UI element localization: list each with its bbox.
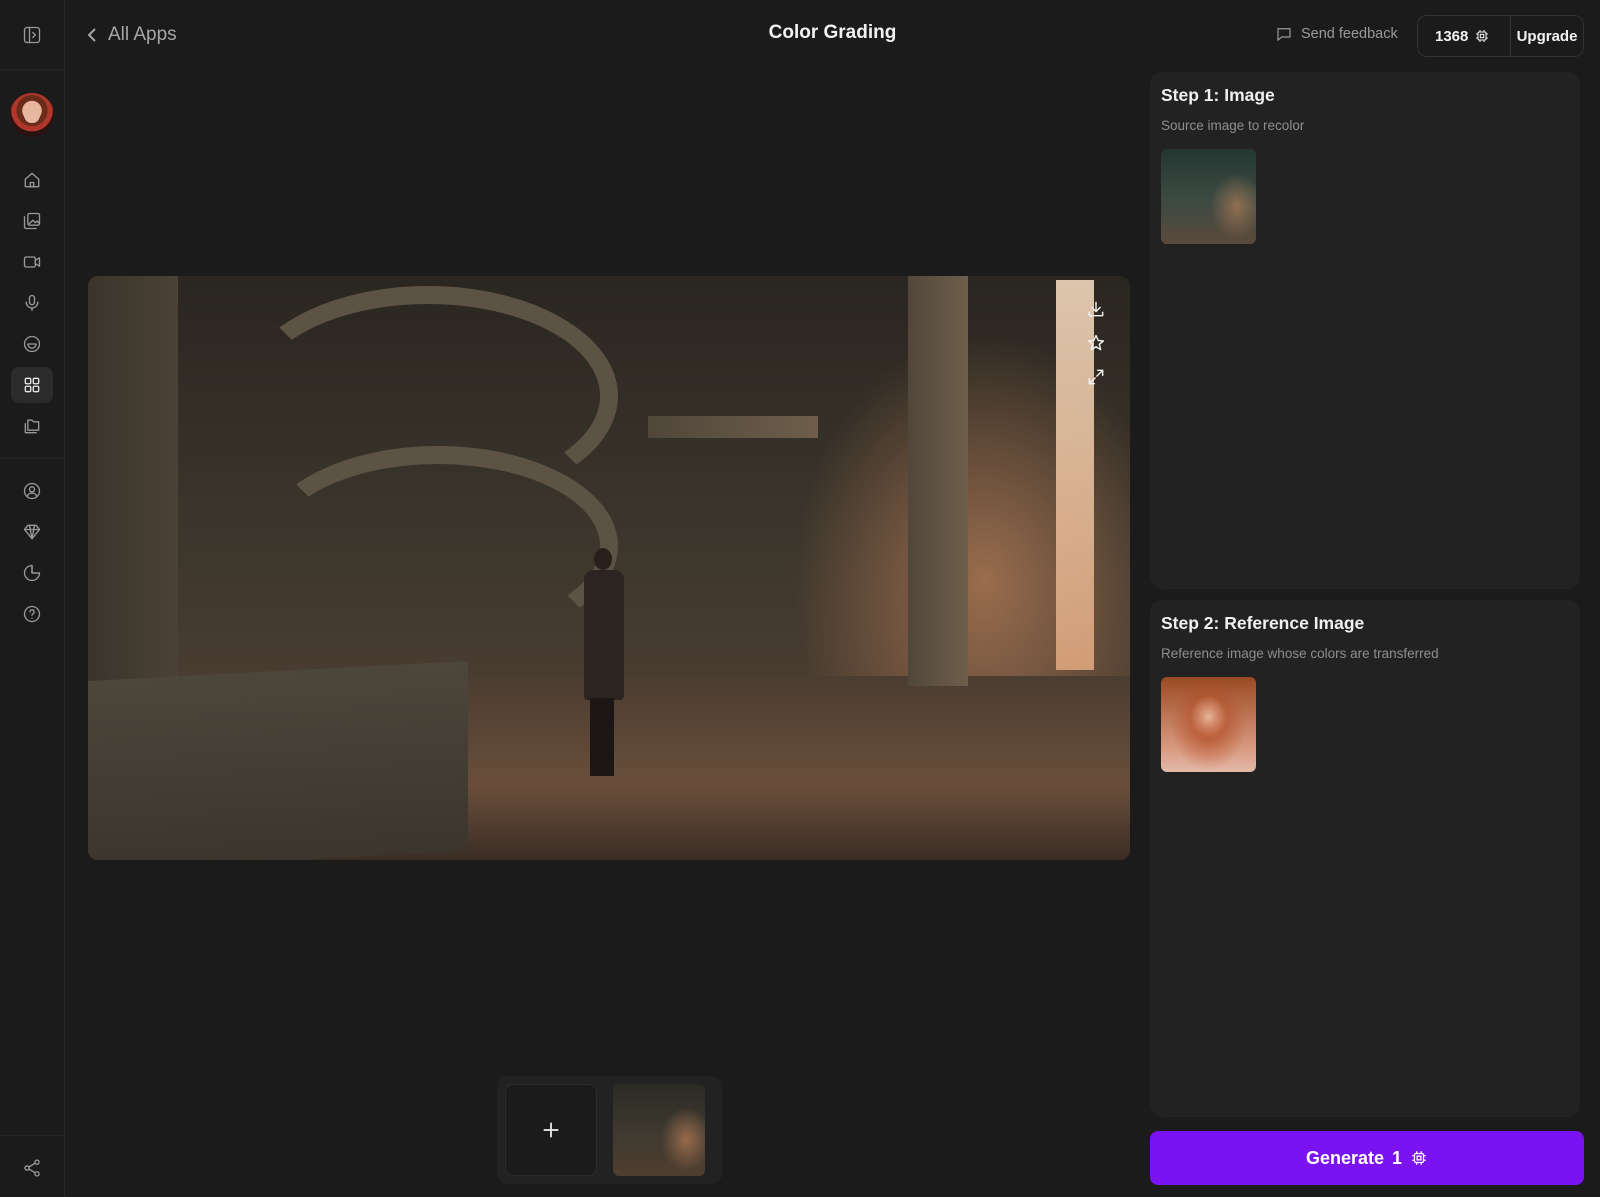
image-staircase [258, 446, 618, 646]
upgrade-button[interactable]: Upgrade [1511, 28, 1583, 45]
diamond-icon[interactable] [11, 514, 53, 550]
step-title: Step 1: Image [1161, 85, 1275, 105]
folders-icon[interactable] [11, 408, 53, 444]
home-icon[interactable] [11, 162, 53, 198]
step-title: Step 2: Reference Image [1161, 613, 1365, 633]
send-feedback-button[interactable]: Send feedback [1275, 25, 1398, 43]
generate-button[interactable]: Generate 1 [1150, 1131, 1584, 1185]
download-icon[interactable] [1084, 297, 1108, 321]
help-icon[interactable] [11, 596, 53, 632]
step-2-card: Step 2: Reference Image Reference image … [1150, 600, 1580, 1117]
generations-tray [497, 1076, 722, 1184]
avatar[interactable] [10, 93, 54, 137]
credits-upgrade-box: 1368 Upgrade [1417, 15, 1584, 57]
pie-chart-icon[interactable] [11, 555, 53, 591]
image-ledge [88, 661, 468, 860]
microphone-icon[interactable] [11, 285, 53, 321]
step-description: Reference image whose colors are transfe… [1161, 646, 1439, 661]
user-circle-icon[interactable] [11, 473, 53, 509]
left-sidebar [0, 0, 65, 1197]
plus-icon [543, 1122, 559, 1138]
chip-icon [1476, 30, 1489, 42]
image-toolbar [1084, 297, 1110, 389]
generate-label: Generate [1305, 1147, 1385, 1168]
feedback-label: Send feedback [1301, 26, 1398, 42]
apps-grid-icon[interactable] [11, 367, 53, 403]
credits-balance[interactable]: 1368 [1418, 28, 1510, 45]
add-generation-button[interactable] [505, 1084, 597, 1176]
sidebar-divider [0, 458, 65, 459]
generate-cost: 1 [1392, 1147, 1403, 1168]
smiley-icon[interactable] [11, 326, 53, 362]
source-image-thumbnail[interactable] [1161, 149, 1256, 244]
chip-icon [1412, 1151, 1426, 1165]
image-gallery-icon[interactable] [11, 203, 53, 239]
expand-icon[interactable] [1084, 365, 1108, 389]
image-person [580, 548, 626, 778]
step-1-card: Step 1: Image Source image to recolor [1150, 72, 1580, 589]
credits-count: 1368 [1435, 27, 1469, 45]
step-description: Source image to recolor [1161, 118, 1305, 133]
star-icon[interactable] [1084, 331, 1108, 355]
generation-thumbnail[interactable] [613, 1084, 705, 1176]
image-pillar [908, 276, 968, 686]
video-icon[interactable] [11, 244, 53, 280]
image-beam [648, 416, 818, 438]
share-icon[interactable] [11, 1150, 53, 1186]
reference-image-thumbnail[interactable] [1161, 677, 1256, 772]
sidebar-divider [0, 1135, 65, 1136]
result-image-preview[interactable] [88, 276, 1130, 860]
message-icon [1277, 28, 1291, 42]
